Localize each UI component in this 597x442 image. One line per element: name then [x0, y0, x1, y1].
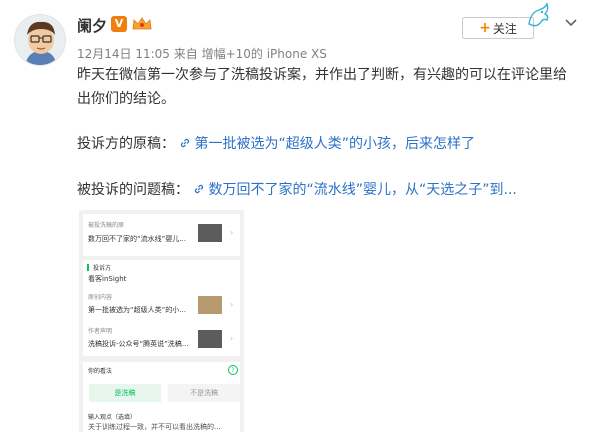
is-plagiarism-button[interactable]: 是洗稿: [89, 384, 161, 402]
card3-thumbnail: [198, 330, 222, 348]
accused-card: 被投洗稿的原 数万回不了家的“流水线”婴儿... ›: [83, 214, 240, 256]
link-icon: [195, 184, 204, 194]
complainant-name: 看客inSight: [88, 275, 127, 283]
statement-card: 作者声明 洗稿投诉-公众号“腾英说”洗稿... ›: [83, 324, 240, 356]
follow-button[interactable]: + 关注: [462, 17, 534, 39]
crown-icon: [132, 16, 152, 32]
follow-plus: +: [479, 20, 491, 36]
avatar-image: [15, 15, 65, 65]
username[interactable]: 阑夕: [77, 15, 107, 36]
accused-row: 被投诉的问题稿： 数万回不了家的“流水线”婴儿，从“天选之子”到...: [77, 178, 517, 202]
accused-link[interactable]: 数万回不了家的“流水线”婴儿，从“天选之子”到...: [193, 182, 517, 198]
card1-thumbnail: [198, 224, 222, 242]
bird-mascot-icon: [525, 2, 551, 30]
opinion-card: 你的看法 ? 是洗稿 不是洗稿 输入观点（选填） 关于训练过程一致，并不可以看出…: [83, 362, 240, 432]
green-bar: [87, 264, 89, 271]
card1-text: 数万回不了家的“流水线”婴儿...: [88, 235, 186, 243]
verified-v-icon: V: [111, 16, 127, 32]
card2-tag: 原创内容: [88, 294, 113, 301]
card3-tag: 作者声明: [88, 328, 113, 335]
card2-text: 第一批被选为“超级人类”的小...: [88, 306, 186, 314]
input-text[interactable]: 关于训练过程一致，并不可以看出洗稿的...: [88, 422, 221, 432]
not-plagiarism-button[interactable]: 不是洗稿: [168, 384, 240, 402]
card1-tag: 被投洗稿的原: [88, 222, 125, 229]
card2-chevron: ›: [230, 300, 234, 309]
avatar[interactable]: [14, 14, 66, 66]
opinion-label: 你的看法: [88, 368, 113, 375]
post-text-line-2: 出你们的结论。: [77, 91, 175, 107]
post-text-line-1: 昨天在微信第一次参与了洗稿投诉案，并作出了判断，有兴趣的可以在评论里给: [77, 67, 567, 83]
input-label: 输入观点（选填）: [88, 414, 137, 421]
complainant-card: 投诉方 看客inSight: [83, 260, 240, 288]
accused-label: 被投诉的问题稿：: [77, 182, 189, 198]
original-row: 投诉方的原稿： 第一批被选为“超级人类”的小孩，后来怎样了: [77, 132, 475, 156]
card3-text: 洗稿投诉-公众号“腾英说”洗稿...: [88, 340, 189, 348]
help-icon[interactable]: ?: [228, 365, 238, 375]
card3-chevron: ›: [230, 334, 234, 343]
card2-thumbnail: [198, 296, 222, 314]
link-icon: [181, 138, 190, 148]
follow-label: 关注: [492, 21, 517, 36]
original-link[interactable]: 第一批被选为“超级人类”的小孩，后来怎样了: [179, 136, 475, 152]
original-link-text: 第一批被选为“超级人类”的小孩，后来怎样了: [194, 136, 475, 152]
complainant-label: 投诉方: [93, 265, 112, 272]
original-label: 投诉方的原稿：: [77, 136, 175, 152]
post-meta: 12月14日 11:05 来自 增幅+10的 iPhone XS: [77, 47, 327, 61]
embedded-screenshot[interactable]: 被投洗稿的原 数万回不了家的“流水线”婴儿... › 投诉方 看客inSight…: [79, 210, 244, 432]
original-card: 原创内容 第一批被选为“超级人类”的小... ›: [83, 288, 240, 324]
accused-link-text: 数万回不了家的“流水线”婴儿，从“天选之子”到...: [208, 182, 517, 198]
card1-chevron: ›: [230, 228, 234, 237]
chevron-down-icon[interactable]: [564, 14, 578, 27]
